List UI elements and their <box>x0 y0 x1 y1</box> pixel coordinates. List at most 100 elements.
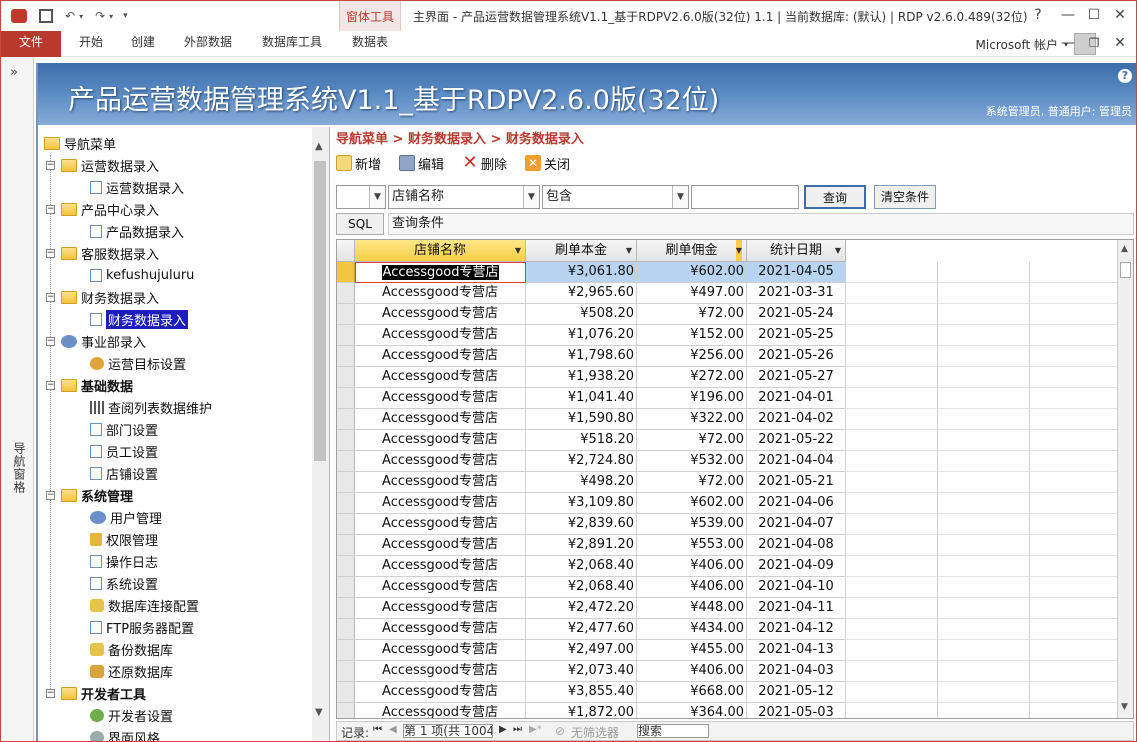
table-row[interactable]: Accessgood专营店 ¥518.20 ¥72.00 2021-05-22 <box>337 430 1133 451</box>
last-record-icon[interactable]: ⏭ <box>513 724 522 735</box>
scroll-thumb[interactable] <box>314 161 326 461</box>
collapse-icon[interactable]: − <box>46 336 55 346</box>
scroll-up-icon[interactable]: ▲ <box>315 141 323 152</box>
delete-button[interactable]: ✕ 删除 <box>462 154 507 173</box>
table-row[interactable]: Accessgood专营店 ¥498.20 ¥72.00 2021-05-21 <box>337 472 1133 493</box>
cell-commission[interactable]: ¥553.00 <box>637 535 747 556</box>
row-selector[interactable] <box>337 661 355 682</box>
query-button[interactable]: 查询 <box>804 185 866 209</box>
tree-leaf[interactable]: 产品数据录入 <box>90 221 184 241</box>
row-selector[interactable] <box>337 619 355 640</box>
table-row[interactable]: Accessgood专营店 ¥2,068.40 ¥406.00 2021-04-10 <box>337 577 1133 598</box>
tab-database-tools[interactable]: 数据库工具 <box>255 31 329 57</box>
cell-principal[interactable]: ¥3,109.80 <box>526 493 637 514</box>
cell-date[interactable]: 2021-05-24 <box>747 304 846 325</box>
tree-leaf[interactable]: 操作日志 <box>90 551 158 571</box>
row-selector[interactable] <box>337 577 355 598</box>
tree-node[interactable]: − 产品中心录入 <box>46 199 159 219</box>
cell-principal[interactable]: ¥518.20 <box>526 430 637 451</box>
cell-store[interactable]: Accessgood专营店 <box>355 451 526 472</box>
cell-store[interactable]: Accessgood专营店 <box>355 409 526 430</box>
clear-conditions-button[interactable]: 清空条件 <box>874 185 936 209</box>
cell-date[interactable]: 2021-04-02 <box>747 409 846 430</box>
column-header[interactable]: 刷单佣金 ▼ <box>637 240 747 262</box>
cell-date[interactable]: 2021-05-21 <box>747 472 846 493</box>
cell-date[interactable]: 2021-05-22 <box>747 430 846 451</box>
cell-store[interactable]: Accessgood专营店 <box>355 556 526 577</box>
cell-date[interactable]: 2021-04-06 <box>747 493 846 514</box>
datasheet[interactable]: 店铺名称 ▼ 刷单本金 ▼ 刷单佣金 ▼ 统计日期 ▼ Accessgood专营店 ¥3,… <box>336 239 1134 719</box>
tab-file[interactable]: 文件 <box>1 31 61 57</box>
cell-store[interactable]: Accessgood专营店 <box>355 682 526 703</box>
row-selector[interactable] <box>337 451 355 472</box>
new-record-icon[interactable]: ▶* <box>529 724 542 735</box>
row-selector[interactable] <box>337 283 355 304</box>
cell-commission[interactable]: ¥602.00 <box>637 262 747 283</box>
cell-principal[interactable]: ¥2,891.20 <box>526 535 637 556</box>
table-row[interactable]: Accessgood专营店 ¥1,798.60 ¥256.00 2021-05-26 <box>337 346 1133 367</box>
tree-leaf[interactable]: 开发者设置 <box>90 705 173 725</box>
cell-principal[interactable]: ¥2,839.60 <box>526 514 637 535</box>
table-row[interactable]: Accessgood专营店 ¥2,724.80 ¥532.00 2021-04-04 <box>337 451 1133 472</box>
cell-commission[interactable]: ¥406.00 <box>637 577 747 598</box>
cell-date[interactable]: 2021-04-13 <box>747 640 846 661</box>
cell-commission[interactable]: ¥532.00 <box>637 451 747 472</box>
close-form-button[interactable]: ✕ 关闭 <box>525 154 570 173</box>
cell-commission[interactable]: ¥434.00 <box>637 619 747 640</box>
table-row[interactable]: Accessgood专营店 ¥3,109.80 ¥602.00 2021-04-06 <box>337 493 1133 514</box>
tree-leaf[interactable]: 部门设置 <box>90 419 158 439</box>
tree-leaf[interactable]: 运营数据录入 <box>90 177 184 197</box>
row-selector[interactable] <box>337 472 355 493</box>
tree-leaf[interactable]: 界面风格 <box>90 727 160 741</box>
tree-leaf-selected[interactable]: 财务数据录入 <box>90 309 189 329</box>
maximize-button[interactable]: ☐ <box>1082 5 1106 25</box>
row-selector[interactable] <box>337 262 355 283</box>
table-row[interactable]: Accessgood专营店 ¥2,068.40 ¥406.00 2021-04-09 <box>337 556 1133 577</box>
row-selector[interactable] <box>337 556 355 577</box>
account-label[interactable]: Microsoft 帐户 <box>976 36 1058 53</box>
tree-root[interactable]: 导航菜单 <box>44 133 116 153</box>
column-header[interactable]: 刷单本金 ▼ <box>526 240 637 262</box>
cell-commission[interactable]: ¥322.00 <box>637 409 747 430</box>
cell-date[interactable]: 2021-04-12 <box>747 619 846 640</box>
cell-date[interactable]: 2021-04-05 <box>747 262 846 283</box>
close-button[interactable]: ✕ <box>1108 5 1132 25</box>
cell-principal[interactable]: ¥3,855.40 <box>526 682 637 703</box>
logic-select[interactable]: ▼ <box>336 185 386 209</box>
doc-restore-button[interactable]: ❐ <box>1082 33 1106 53</box>
cell-principal[interactable]: ¥2,068.40 <box>526 577 637 598</box>
row-selector[interactable] <box>337 514 355 535</box>
row-selector[interactable] <box>337 493 355 514</box>
next-record-icon[interactable]: ▶ <box>499 724 507 735</box>
tree-leaf[interactable]: 员工设置 <box>90 441 158 461</box>
cell-commission[interactable]: ¥72.00 <box>637 430 747 451</box>
cell-store[interactable]: Accessgood专营店 <box>355 703 526 718</box>
first-record-icon[interactable]: ⏮ <box>373 724 382 735</box>
row-selector[interactable] <box>337 367 355 388</box>
doc-minimize-button[interactable]: — <box>1056 33 1080 53</box>
help-icon[interactable]: ? <box>1118 69 1132 83</box>
cell-principal[interactable]: ¥2,477.60 <box>526 619 637 640</box>
cell-store[interactable]: Accessgood专营店 <box>355 661 526 682</box>
table-row[interactable]: Accessgood专营店 ¥1,590.80 ¥322.00 2021-04-02 <box>337 409 1133 430</box>
cell-commission[interactable]: ¥602.00 <box>637 493 747 514</box>
expand-nav-pane-icon[interactable]: » <box>10 65 18 80</box>
tree-node[interactable]: − 运营数据录入 <box>46 155 159 175</box>
column-header[interactable]: 统计日期 ▼ <box>747 240 846 262</box>
scroll-up-icon[interactable]: ▲ <box>1121 244 1128 254</box>
cell-commission[interactable]: ¥406.00 <box>637 556 747 577</box>
cell-store[interactable]: Accessgood专营店 <box>355 346 526 367</box>
cell-commission[interactable]: ¥668.00 <box>637 682 747 703</box>
chevron-down-icon[interactable]: ▼ <box>672 186 688 208</box>
sort-dropdown-icon[interactable]: ▼ <box>735 240 742 261</box>
cell-commission[interactable]: ¥72.00 <box>637 304 747 325</box>
cell-principal[interactable]: ¥2,497.00 <box>526 640 637 661</box>
doc-close-button[interactable]: ✕ <box>1108 33 1132 53</box>
tab-datasheet[interactable]: 数据表 <box>341 31 399 57</box>
table-row[interactable]: Accessgood专营店 ¥1,041.40 ¥196.00 2021-04-01 <box>337 388 1133 409</box>
chevron-down-icon[interactable]: ▼ <box>369 186 385 208</box>
row-selector[interactable] <box>337 682 355 703</box>
row-selector[interactable] <box>337 640 355 661</box>
tree-leaf[interactable]: 备份数据库 <box>90 639 173 659</box>
help-button[interactable]: ? <box>1026 5 1050 25</box>
